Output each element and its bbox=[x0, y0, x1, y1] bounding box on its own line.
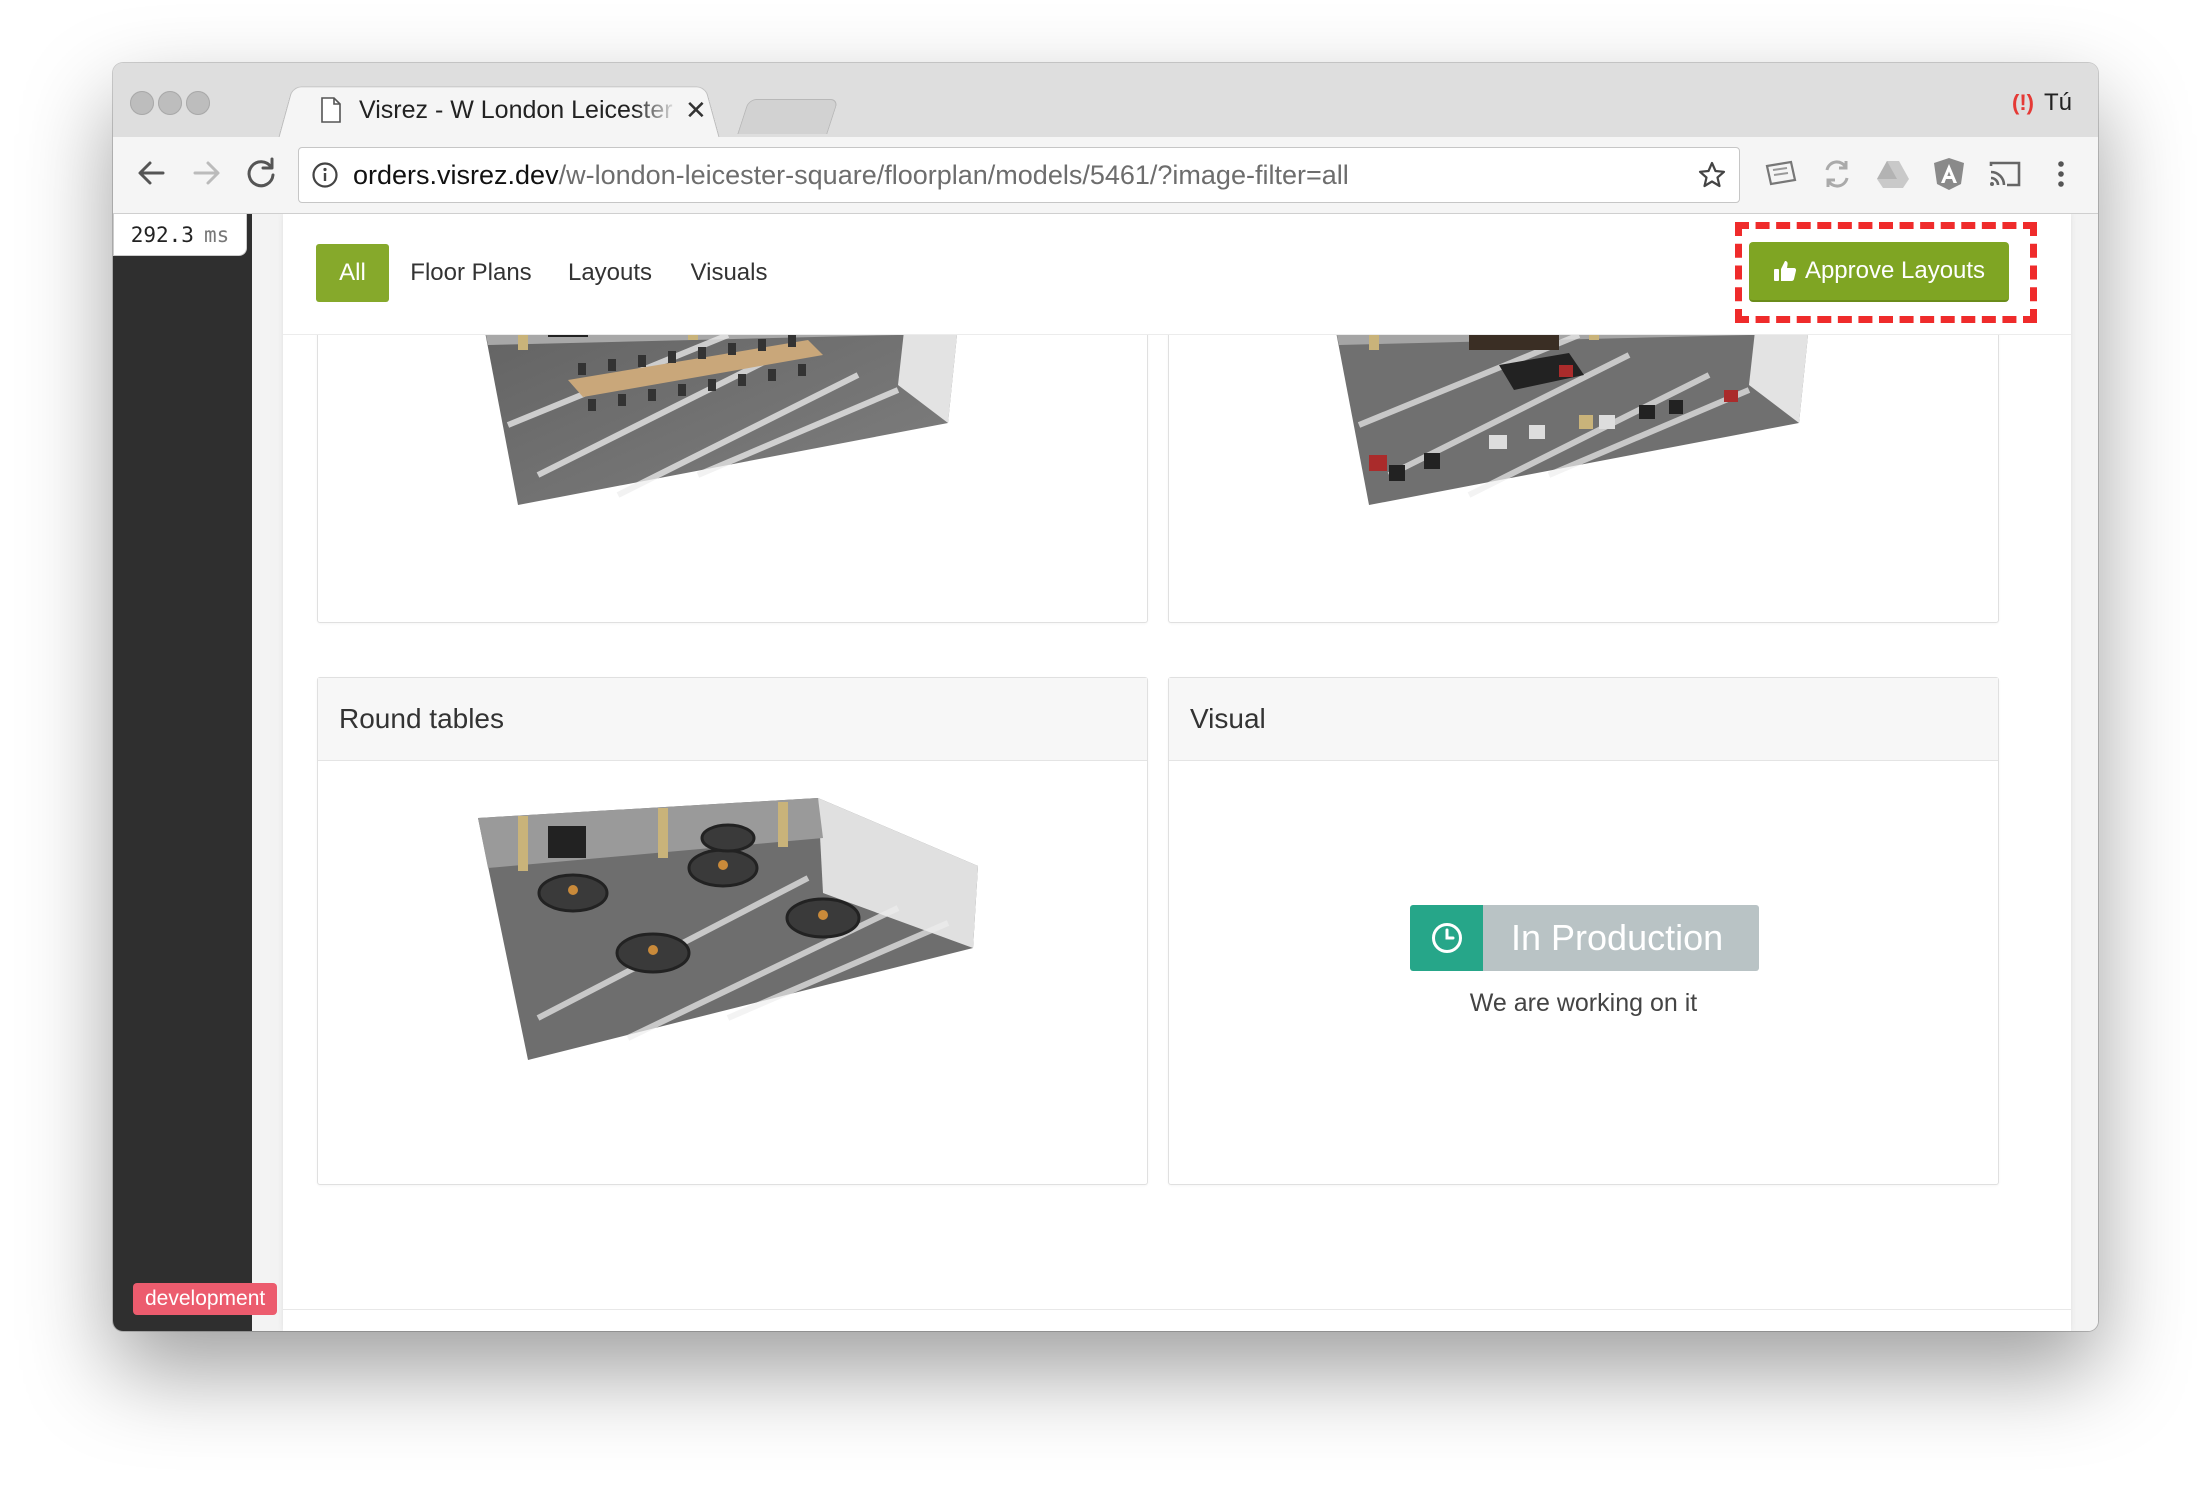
status-subtext: We are working on it bbox=[1469, 989, 1698, 1017]
back-arrow-icon[interactable] bbox=[131, 153, 171, 193]
sidebar bbox=[113, 214, 252, 1331]
card-title-round-tables: Round tables bbox=[318, 678, 1147, 761]
approve-layouts-button[interactable]: Approve Layouts bbox=[1749, 242, 2009, 302]
drive-icon[interactable] bbox=[1875, 156, 1911, 192]
page-viewport: 292.3 ms development All Floor Plans Lay… bbox=[113, 214, 2098, 1331]
close-tab-icon[interactable]: ✕ bbox=[685, 95, 707, 126]
info-icon[interactable] bbox=[311, 161, 339, 189]
environment-badge: development bbox=[133, 1283, 278, 1315]
sync-error-icon: (!) bbox=[2012, 90, 2034, 115]
main-content: All Floor Plans Layouts Visuals Approve … bbox=[283, 214, 2071, 1331]
clock-icon bbox=[1431, 923, 1462, 953]
document-icon bbox=[321, 97, 341, 123]
angular-shield-icon[interactable] bbox=[1931, 156, 1967, 192]
maximize-window-button[interactable] bbox=[186, 91, 210, 115]
in-production-badge: In Production bbox=[1410, 905, 1759, 971]
image-filter-bar: All Floor Plans Layouts Visuals Approve … bbox=[283, 214, 2071, 335]
cast-icon[interactable] bbox=[1987, 156, 2023, 192]
timing-unit: ms bbox=[203, 222, 230, 247]
profile-button[interactable]: (!) Tú bbox=[2012, 89, 2072, 117]
status-label: In Production bbox=[1483, 905, 1759, 971]
filter-layouts[interactable]: Layouts bbox=[558, 244, 662, 302]
bookmark-star-icon[interactable] bbox=[1697, 160, 1727, 190]
url-text[interactable]: orders.visrez.dev/w-london-leicester-squ… bbox=[353, 160, 1349, 191]
filter-floor-plans[interactable]: Floor Plans bbox=[406, 244, 536, 302]
filter-all[interactable]: All bbox=[316, 244, 389, 302]
thumbs-up-icon bbox=[1773, 261, 1796, 281]
title-bar: Visrez - W London Leicester Square ✕ (!)… bbox=[113, 63, 2098, 139]
timing-value: 292.3 bbox=[130, 222, 194, 247]
menu-dots-icon[interactable] bbox=[2043, 156, 2079, 192]
new-tab-button[interactable] bbox=[737, 99, 839, 134]
clock-icon-box bbox=[1410, 905, 1483, 971]
filter-visuals[interactable]: Visuals bbox=[681, 244, 777, 302]
approve-layouts-label: Approve Layouts bbox=[1804, 257, 1986, 284]
profile-name: Tú bbox=[2043, 89, 2072, 116]
layout-card-visual[interactable]: Visual In Production We are working on i… bbox=[1168, 677, 1999, 1185]
card-title-visual: Visual bbox=[1169, 678, 1998, 761]
extension-ticket-icon[interactable] bbox=[1763, 156, 1799, 192]
browser-toolbar: orders.visrez.dev/w-london-leicester-squ… bbox=[113, 137, 2098, 214]
section-divider bbox=[283, 1309, 2071, 1310]
extension-sync-icon[interactable] bbox=[1819, 156, 1855, 192]
room-render-round-tables bbox=[478, 798, 978, 1060]
browser-window: Visrez - W London Leicester Square ✕ (!)… bbox=[113, 63, 2098, 1331]
layout-card-round-tables[interactable]: Round tables bbox=[317, 677, 1148, 1185]
browser-tab-content[interactable]: Visrez - W London Leicester Square ✕ bbox=[293, 87, 713, 133]
tab-title: Visrez - W London Leicester Square bbox=[359, 95, 679, 124]
forward-arrow-icon[interactable] bbox=[187, 153, 227, 193]
close-window-button[interactable] bbox=[130, 91, 154, 115]
address-bar[interactable]: orders.visrez.dev/w-london-leicester-squ… bbox=[298, 147, 1740, 203]
render-timing-widget: 292.3 ms bbox=[113, 214, 247, 256]
minimize-window-button[interactable] bbox=[158, 91, 182, 115]
reload-icon[interactable] bbox=[241, 153, 281, 193]
